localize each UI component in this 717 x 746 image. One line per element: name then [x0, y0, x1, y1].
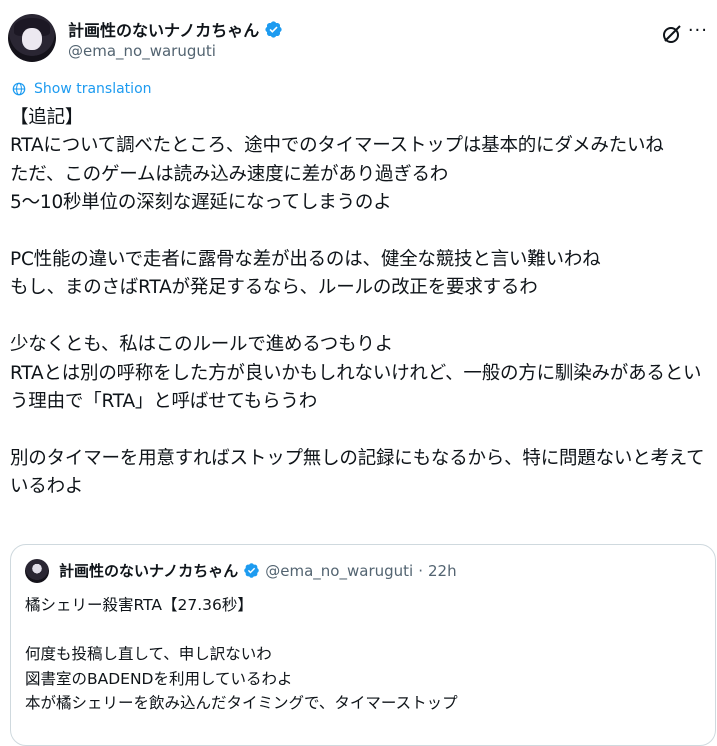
show-translation-link[interactable]: Show translation — [12, 81, 152, 97]
quoted-timestamp[interactable]: 22h — [428, 562, 457, 580]
quoted-separator: · — [418, 561, 423, 580]
show-translation-label: Show translation — [34, 81, 152, 97]
more-options-icon[interactable]: ··· — [688, 20, 708, 41]
quoted-tweet-text: 橘シェリー殺害RTA【27.36秒】 何度も投稿し直して、申し訳ないわ 図書室の… — [25, 596, 458, 712]
author-name-row: 計画性のないナノカちゃん — [68, 17, 283, 41]
globe-icon — [12, 82, 26, 96]
author-display-name[interactable]: 計画性のないナノカちゃん — [68, 17, 259, 41]
quoted-author-handle: @ema_no_waruguti — [265, 561, 414, 580]
avatar-face — [22, 28, 42, 50]
grok-icon[interactable] — [660, 22, 684, 46]
quoted-tweet-header: 計画性のないナノカちゃん @ema_no_waruguti · 22h — [59, 560, 457, 581]
quoted-author-avatar — [25, 559, 49, 583]
tweet-body-text: 【追記】 RTAについて調べたところ、途中でのタイマーストップは基本的にダメみた… — [10, 107, 705, 498]
verified-badge-icon — [244, 563, 260, 578]
author-avatar[interactable] — [8, 14, 56, 62]
tweet-header: 計画性のないナノカちゃん @ema_no_waruguti ··· — [8, 8, 708, 64]
verified-badge-icon — [265, 20, 282, 38]
quoted-author-display-name: 計画性のないナノカちゃん — [59, 562, 239, 580]
quoted-tweet-card[interactable]: 計画性のないナノカちゃん @ema_no_waruguti · 22h 橘シェリ… — [10, 544, 716, 746]
author-handle[interactable]: @ema_no_waruguti — [68, 42, 216, 60]
